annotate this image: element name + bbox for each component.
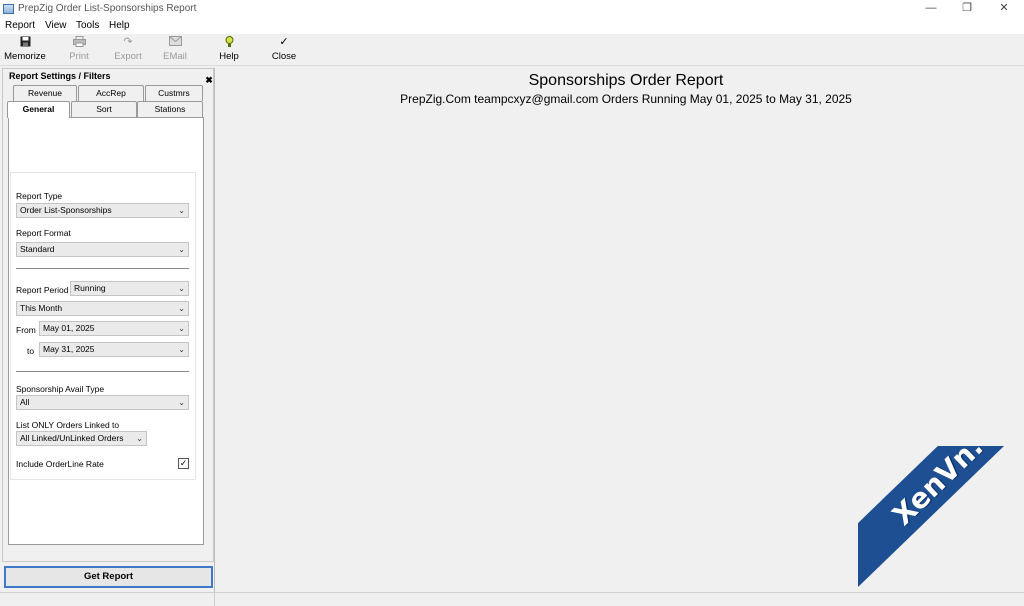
tab-sort[interactable]: Sort [71, 101, 137, 117]
chevron-down-icon: ⌄ [178, 284, 185, 293]
chevron-down-icon: ⌄ [178, 345, 185, 354]
panel-title: Report Settings / Filters [9, 71, 111, 81]
chevron-down-icon: ⌄ [136, 434, 143, 443]
avail-type-label: Sponsorship Avail Type [16, 384, 105, 394]
tab-general[interactable]: General [7, 101, 70, 118]
report-type-label: Report Type [16, 191, 63, 201]
tab-stations[interactable]: Stations [137, 101, 203, 117]
export-button[interactable]: ↷ Export [110, 36, 146, 64]
chevron-down-icon: ⌄ [178, 206, 185, 215]
report-format-label: Report Format [16, 228, 71, 238]
memorize-label: Memorize [4, 51, 46, 62]
print-label: Print [69, 51, 89, 62]
report-period-select[interactable]: Running ⌄ [70, 281, 189, 296]
window-close-button[interactable]: ✕ [993, 1, 1015, 16]
menu-view[interactable]: View [45, 20, 67, 31]
email-label: EMail [163, 51, 187, 62]
save-icon [3, 36, 47, 49]
from-date-select[interactable]: May 01, 2025 ⌄ [39, 321, 189, 336]
chevron-down-icon: ⌄ [178, 245, 185, 254]
avail-type-value: All [20, 397, 30, 407]
email-button[interactable]: EMail [158, 36, 192, 64]
linked-orders-value: All Linked/UnLinked Orders [20, 433, 124, 443]
menu-help[interactable]: Help [109, 20, 130, 31]
to-date-value: May 31, 2025 [43, 344, 95, 354]
linked-orders-label: List ONLY Orders Linked to [16, 420, 120, 430]
printer-icon [63, 36, 95, 49]
report-format-value: Standard [20, 244, 55, 254]
lightbulb-icon [214, 36, 244, 49]
divider [16, 371, 189, 372]
report-type-value: Order List-Sponsorships [20, 205, 112, 215]
tab-accrep[interactable]: AccRep [78, 85, 144, 101]
report-format-select[interactable]: Standard ⌄ [16, 242, 189, 257]
app-window: PrepZig Order List-Sponsorships Report —… [0, 0, 1024, 606]
status-divider [214, 593, 215, 606]
toolbar: Memorize Print ↷ Export EMail Help ✓ Clo… [0, 34, 1024, 66]
to-date-select[interactable]: May 31, 2025 ⌄ [39, 342, 189, 357]
linked-orders-select[interactable]: All Linked/UnLinked Orders ⌄ [16, 431, 147, 446]
restore-button[interactable]: ❐ [956, 1, 978, 16]
report-period-value: Running [74, 283, 106, 293]
close-button[interactable]: ✓ Close [268, 36, 300, 64]
panel-close-icon[interactable]: ✖ [205, 76, 213, 85]
menu-bar: Report View Tools Help [0, 18, 1024, 34]
from-label: From [16, 325, 36, 335]
close-label: Close [271, 51, 297, 62]
envelope-icon [158, 36, 192, 49]
get-report-button[interactable]: Get Report [4, 566, 213, 588]
include-rate-checkbox[interactable]: ✓ [178, 458, 189, 469]
memorize-button[interactable]: Memorize [3, 36, 47, 64]
export-label: Export [114, 51, 142, 62]
checkmark-icon: ✓ [279, 36, 289, 48]
menu-tools[interactable]: Tools [76, 20, 99, 31]
report-type-select[interactable]: Order List-Sponsorships ⌄ [16, 203, 189, 218]
tab-custmrs[interactable]: Custmrs [145, 85, 203, 101]
avail-type-select[interactable]: All ⌄ [16, 395, 189, 410]
help-label: Help [219, 51, 239, 62]
chevron-down-icon: ⌄ [178, 304, 185, 313]
tab-revenue[interactable]: Revenue [13, 85, 77, 101]
menu-report[interactable]: Report [5, 20, 35, 31]
chevron-down-icon: ⌄ [178, 398, 185, 407]
include-rate-label: Include OrderLine Rate [16, 459, 104, 469]
chevron-down-icon: ⌄ [178, 324, 185, 333]
to-label: to [27, 346, 35, 356]
period-range-select[interactable]: This Month ⌄ [16, 301, 189, 316]
period-range-value: This Month [20, 303, 63, 313]
divider [16, 268, 189, 269]
report-title: Sponsorships Order Report [528, 72, 724, 89]
report-period-label: Report Period [16, 285, 69, 295]
app-icon [3, 4, 14, 14]
title-bar: PrepZig Order List-Sponsorships Report —… [0, 0, 1024, 18]
minimize-button[interactable]: — [920, 1, 942, 16]
watermark: XenVn.Com [858, 446, 1024, 606]
export-icon: ↷ [123, 36, 133, 48]
print-button[interactable]: Print [63, 36, 95, 64]
report-subtitle: PrepZig.Com teampcxyz@gmail.com Orders R… [400, 92, 852, 106]
help-button[interactable]: Help [214, 36, 244, 64]
window-title: PrepZig Order List-Sponsorships Report [18, 3, 197, 14]
from-date-value: May 01, 2025 [43, 323, 95, 333]
